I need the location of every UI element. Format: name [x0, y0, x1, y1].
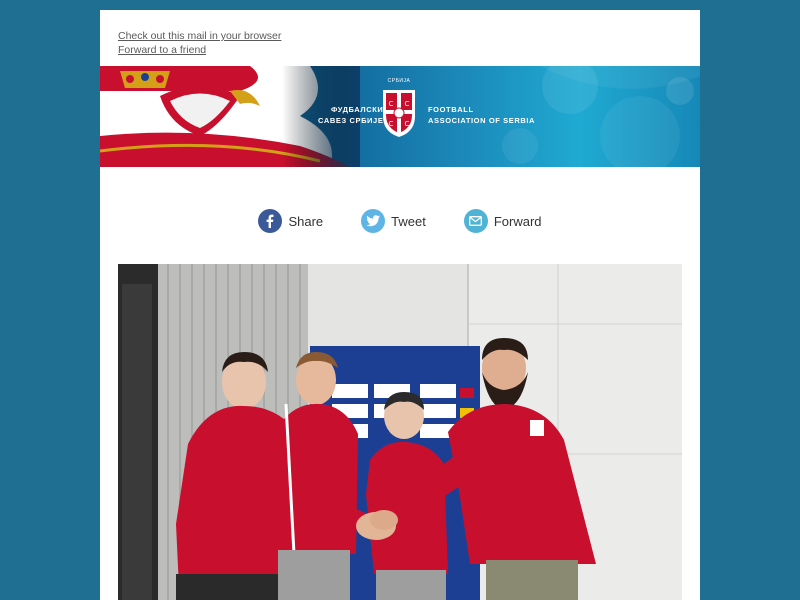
twitter-tweet-label: Tweet — [391, 213, 426, 229]
crest-word: СРБИЈА — [387, 78, 411, 84]
share-bar: Share Tweet Forward — [100, 167, 700, 275]
team-photo — [118, 264, 682, 600]
svg-text:С: С — [389, 120, 394, 128]
facebook-share-button[interactable]: Share — [258, 209, 323, 233]
facebook-icon — [258, 209, 283, 233]
fss-crest-icon: С С С С — [383, 90, 415, 137]
fss-cyrillic-line1: ФУДБАЛСКИ — [331, 105, 384, 114]
forward-button[interactable]: Forward — [463, 209, 542, 233]
facebook-share-label: Share — [288, 213, 324, 229]
svg-text:С: С — [389, 100, 394, 108]
view-in-browser-link[interactable]: Check out this mail in your browser — [118, 29, 682, 43]
envelope-icon — [463, 209, 488, 233]
svg-text:С: С — [405, 120, 410, 128]
email-container: Check out this mail in your browser Forw… — [100, 10, 700, 600]
team-photo-image — [118, 264, 682, 600]
svg-text:С: С — [405, 100, 410, 108]
header-banner: ФУДБАЛСКИ САВЕЗ СРБИЈЕ СРБИЈА С С С С FO… — [100, 66, 700, 167]
twitter-tweet-button[interactable]: Tweet — [361, 209, 426, 233]
fss-latin-line1: FOOTBALL — [428, 105, 474, 114]
fss-latin-line2: ASSOCIATION OF SERBIA — [428, 116, 536, 125]
fss-latin-text: FOOTBALL ASSOCIATION OF SERBIA — [428, 104, 535, 126]
preheader: Check out this mail in your browser Forw… — [100, 10, 700, 66]
fss-cyrillic-text: ФУДБАЛСКИ САВЕЗ СРБИЈЕ — [318, 104, 383, 126]
fss-cyrillic-line2: САВЕЗ СРБИЈЕ — [318, 116, 384, 125]
twitter-icon — [361, 209, 386, 233]
forward-label: Forward — [493, 213, 542, 229]
forward-to-friend-link[interactable]: Forward to a friend — [118, 43, 682, 57]
